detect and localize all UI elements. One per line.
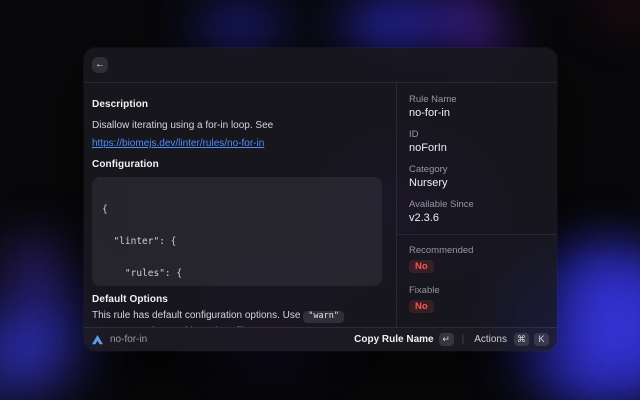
window-body: Description Disallow iterating using a f… [84, 83, 557, 327]
default-options-body: This rule has default configuration opti… [92, 310, 304, 321]
code-line: "linter": { [102, 235, 177, 247]
detail-panel: Description Disallow iterating using a f… [84, 83, 396, 327]
configuration-heading: Configuration [92, 159, 159, 170]
raycast-window: ← Description Disallow iterating using a… [84, 48, 557, 351]
action-bar-actions: Copy Rule Name ↵ | Actions ⌘ K [354, 333, 549, 346]
warn-inline-code: "warn" [303, 311, 344, 323]
configuration-code-block: { "linter": { "rules": { "nursery": { "n… [92, 177, 382, 286]
field-available-since: Available Since v2.3.6 [409, 199, 547, 225]
back-arrow-icon: ← [95, 59, 105, 70]
field-label: Rule Name [409, 94, 457, 105]
command-key-icon: ⌘ [514, 333, 529, 346]
desktop: ← Description Disallow iterating using a… [0, 0, 640, 400]
back-button[interactable]: ← [92, 57, 108, 73]
footer-divider: | [461, 334, 465, 345]
field-value: Nursery [409, 177, 448, 189]
action-bar-context: no-for-in [92, 334, 147, 345]
field-value: no-for-in [409, 107, 450, 119]
description-body: Disallow iterating using a for-in loop. … [92, 120, 274, 131]
code-line: { [102, 204, 108, 216]
action-bar: no-for-in Copy Rule Name ↵ | Actions ⌘ K [84, 327, 557, 351]
fixable-label: Fixable [409, 285, 440, 296]
actions-label: Actions [474, 334, 507, 345]
field-label: Available Since [409, 199, 474, 210]
default-options-heading: Default Options [92, 294, 168, 305]
copy-rule-name-label: Copy Rule Name [354, 334, 434, 345]
field-rule-name: Rule Name no-for-in [409, 94, 547, 120]
actions-button[interactable]: Actions ⌘ K [472, 333, 549, 346]
recommended-badge: No [409, 260, 434, 273]
recommended-label: Recommended [409, 245, 474, 256]
field-id: ID noForIn [409, 129, 547, 155]
copy-rule-name-button[interactable]: Copy Rule Name ↵ [354, 333, 454, 346]
description-heading: Description [92, 99, 149, 110]
description-text: Disallow iterating using a for-in loop. … [92, 117, 382, 153]
field-label: Category [409, 164, 448, 175]
fixable-badge: No [409, 300, 434, 313]
rule-doc-link[interactable]: https://biomejs.dev/linter/rules/no-for-… [92, 138, 264, 149]
metadata-sidebar: Rule Name no-for-in ID noForIn Category … [396, 83, 557, 327]
window-header: ← [84, 48, 557, 83]
code-line: "rules": { [102, 267, 183, 279]
return-key-icon: ↵ [438, 333, 454, 346]
field-value: v2.3.6 [409, 212, 439, 224]
default-options-text: This rule has default configuration opti… [92, 308, 382, 327]
wallpaper-blob [560, 0, 640, 50]
sidebar-separator [397, 234, 557, 235]
field-label: ID [409, 129, 419, 140]
current-item-label: no-for-in [110, 334, 148, 345]
k-key-chip: K [534, 333, 549, 346]
field-value: noForIn [409, 142, 447, 154]
field-category: Category Nursery [409, 164, 547, 190]
biome-logo-icon [92, 334, 103, 344]
